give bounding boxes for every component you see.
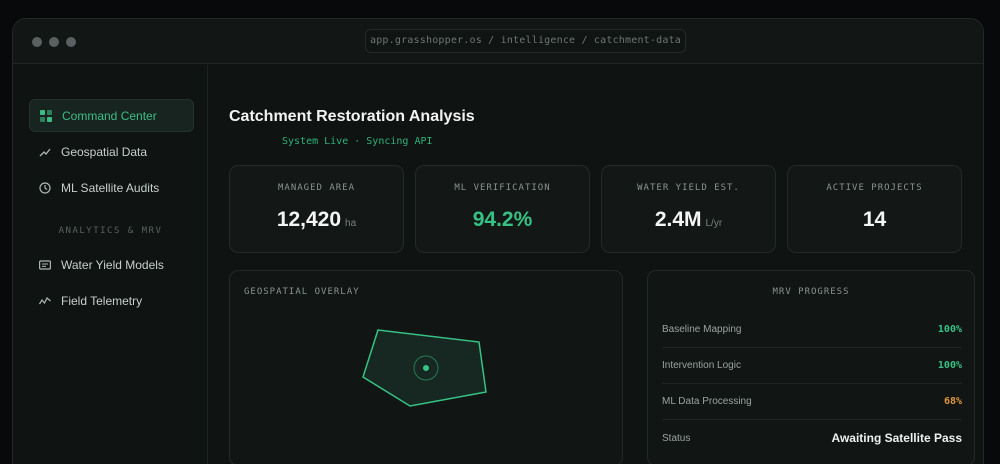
sidebar-item-field-telemetry[interactable]: Field Telemetry <box>29 284 194 317</box>
metric-value: 2.4M <box>654 208 702 231</box>
app-window: app.grasshopper.os / intelligence / catc… <box>12 18 984 464</box>
metric-label: WATER YIELD EST. <box>637 183 740 193</box>
mrv-row-baseline-mapping: Baseline Mapping 100% <box>662 312 962 348</box>
metric-label: MANAGED AREA <box>277 183 356 193</box>
geospatial-overlay-panel[interactable]: GEOSPATIAL OVERLAY <box>229 270 623 464</box>
mrv-status-value: Awaiting Satellite Pass <box>831 431 963 445</box>
grid-icon <box>40 109 52 122</box>
sidebar-item-geospatial-data[interactable]: Geospatial Data <box>29 135 194 168</box>
sidebar-item-ml-satellite-audits[interactable]: ML Satellite Audits <box>29 171 194 204</box>
page-title: Catchment Restoration Analysis <box>229 108 475 125</box>
trend-line-icon <box>39 146 51 158</box>
sidebar-item-water-yield-models[interactable]: Water Yield Models <box>29 248 194 281</box>
metric-card-ml-verification: ML VERIFICATION 94.2% <box>415 165 590 253</box>
sidebar-item-label: Field Telemetry <box>61 293 143 308</box>
mrv-row-label: Baseline Mapping <box>662 324 742 335</box>
mrv-row-intervention-logic: Intervention Logic 100% <box>662 348 962 384</box>
metric-value: 12,420 <box>276 208 342 231</box>
window-close-dot[interactable] <box>32 37 42 47</box>
mrv-row-value: 100% <box>937 360 962 371</box>
system-status: System Live · Syncing API <box>282 136 433 147</box>
catchment-center-point <box>423 365 429 371</box>
metric-card-water-yield: WATER YIELD EST. 2.4M L/yr <box>601 165 776 253</box>
sidebar-item-label: Water Yield Models <box>61 257 164 272</box>
sidebar: Command Center Geospatial Data ML Satell… <box>13 65 208 464</box>
metric-label: ML VERIFICATION <box>454 183 551 193</box>
metric-card-managed-area: MANAGED AREA 12,420 ha <box>229 165 404 253</box>
sidebar-item-command-center[interactable]: Command Center <box>29 99 194 132</box>
address-bar[interactable]: app.grasshopper.os / intelligence / catc… <box>365 29 686 53</box>
geospatial-map[interactable] <box>230 271 624 464</box>
metric-value-wrapper: 2.4M L/yr <box>602 208 775 232</box>
mrv-progress-panel: MRV PROGRESS Baseline Mapping 100% Inter… <box>647 270 975 464</box>
metric-unit: ha <box>345 218 357 229</box>
metric-value-wrapper: 12,420 ha <box>230 208 403 232</box>
window-zoom-dot[interactable] <box>66 37 76 47</box>
sidebar-item-label: Geospatial Data <box>61 144 148 159</box>
metric-value: 14 <box>862 208 887 231</box>
mrv-row-label: Status <box>662 432 691 444</box>
main-content: Catchment Restoration Analysis System Li… <box>209 65 983 464</box>
activity-icon <box>39 295 51 307</box>
mrv-row-label: ML Data Processing <box>662 396 752 407</box>
mrv-row-label: Intervention Logic <box>662 360 741 371</box>
sidebar-item-label: ML Satellite Audits <box>61 180 160 195</box>
title-bar: app.grasshopper.os / intelligence / catc… <box>13 19 983 64</box>
metric-value: 94.2% <box>472 208 533 231</box>
metric-label: ACTIVE PROJECTS <box>826 183 923 193</box>
metric-unit: L/yr <box>705 218 723 229</box>
sidebar-section-heading: ANALYTICS & MRV <box>58 226 163 236</box>
mrv-row-status: Status Awaiting Satellite Pass <box>662 420 962 456</box>
mrv-row-ml-data-processing: ML Data Processing 68% <box>662 384 962 420</box>
mrv-row-value: 100% <box>937 324 962 335</box>
sidebar-item-label: Command Center <box>62 108 157 123</box>
clock-icon <box>39 181 51 194</box>
mrv-row-value: 68% <box>943 396 962 407</box>
card-icon <box>39 259 51 271</box>
window-minimize-dot[interactable] <box>49 37 59 47</box>
metric-card-active-projects: ACTIVE PROJECTS 14 <box>787 165 962 253</box>
panel-title: MRV PROGRESS <box>772 287 850 297</box>
